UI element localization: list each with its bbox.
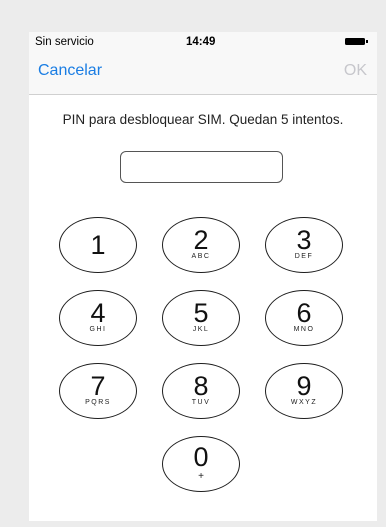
key-2[interactable]: 2 ABC xyxy=(162,217,240,273)
carrier-label: Sin servicio xyxy=(35,36,94,48)
key-digit: 8 xyxy=(193,371,209,401)
key-digit: 0 xyxy=(193,442,209,472)
key-5[interactable]: 5 JKL xyxy=(162,290,240,346)
key-8[interactable]: 8 TUV xyxy=(162,363,240,419)
key-letters: TUV xyxy=(191,399,211,406)
key-letters: JKL xyxy=(192,326,210,333)
device-frame: Sin servicio 14:49 Cancelar OK PIN para … xyxy=(0,0,386,527)
key-letters: GHI xyxy=(89,326,107,333)
key-letters: + xyxy=(198,471,204,482)
key-4[interactable]: 4 GHI xyxy=(59,290,137,346)
key-digit: 7 xyxy=(90,371,106,401)
key-letters: ABC xyxy=(191,253,211,260)
key-6[interactable]: 6 MNO xyxy=(265,290,343,346)
key-3[interactable]: 3 DEF xyxy=(265,217,343,273)
key-0[interactable]: 0 + xyxy=(162,436,240,492)
pin-prompt: PIN para desbloquear SIM. Quedan 5 inten… xyxy=(62,112,344,127)
navigation-bar: Sin servicio 14:49 Cancelar OK xyxy=(29,32,377,95)
ok-button[interactable]: OK xyxy=(344,62,367,80)
key-digit: 2 xyxy=(193,225,209,255)
key-letters: MNO xyxy=(293,326,315,333)
key-digit: 9 xyxy=(296,371,312,401)
cancel-button[interactable]: Cancelar xyxy=(38,62,102,80)
key-letters: WXYZ xyxy=(290,399,318,406)
key-7[interactable]: 7 PQRS xyxy=(59,363,137,419)
pin-input[interactable] xyxy=(120,151,283,183)
status-time: 14:49 xyxy=(186,36,216,48)
key-letters: DEF xyxy=(294,253,314,260)
key-letters: PQRS xyxy=(85,399,111,406)
key-digit: 4 xyxy=(90,298,106,328)
key-9[interactable]: 9 WXYZ xyxy=(265,363,343,419)
phone-screen: Sin servicio 14:49 Cancelar OK PIN para … xyxy=(29,32,377,521)
key-digit: 5 xyxy=(193,298,209,328)
key-digit: 6 xyxy=(296,298,312,328)
key-digit: 3 xyxy=(296,225,312,255)
battery-icon xyxy=(345,38,368,45)
key-1[interactable]: 1 xyxy=(59,217,137,273)
key-digit: 1 xyxy=(90,230,106,260)
